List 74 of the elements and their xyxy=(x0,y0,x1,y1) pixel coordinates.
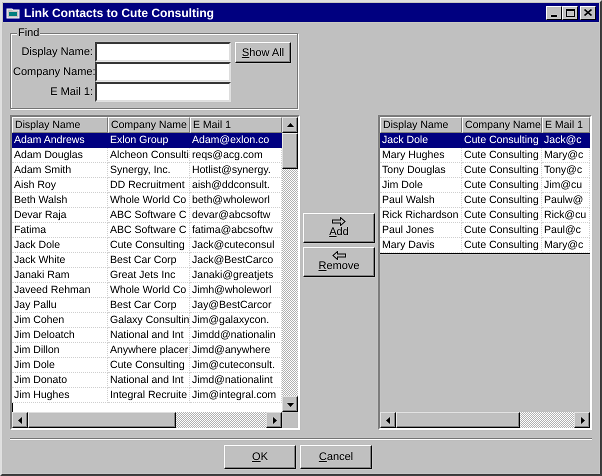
table-cell: Jim Hughes xyxy=(12,388,108,403)
table-row[interactable]: Paul Jones Cute Consulting Paul@c xyxy=(380,223,590,238)
scrollbar-corner xyxy=(282,412,298,428)
input-field[interactable] xyxy=(95,82,231,102)
input-field[interactable] xyxy=(95,62,231,82)
scroll-up-button[interactable] xyxy=(282,117,298,133)
table-row[interactable]: Jim Donato National and Int Jimd@nationalint xyxy=(12,373,282,388)
right-arrow-icon xyxy=(270,416,278,424)
table-row[interactable]: Janaki Ram Great Jets Inc Janaki@greatjets xyxy=(12,268,282,283)
table-row[interactable]: Paul Walsh Cute Consulting Paulw@ xyxy=(380,193,590,208)
table-row[interactable]: Jim Dillon Anywhere placer Jimd@anywhere xyxy=(12,343,282,358)
up-arrow-icon xyxy=(286,122,294,128)
table-row[interactable]: Rick Richardson Cute Consulting Rick@cu xyxy=(380,208,590,223)
table-row[interactable]: Aish Roy DD Recruitment aish@ddconsult. xyxy=(12,178,282,193)
scrollbar-thumb[interactable] xyxy=(282,133,298,169)
table-row[interactable]: Adam Douglas Alcheon Consulti reqs@acg.com xyxy=(12,148,282,163)
scroll-right-button[interactable] xyxy=(574,412,590,428)
ok-button[interactable]: OK xyxy=(224,445,296,469)
column-header[interactable]: E Mail 1 xyxy=(190,117,282,133)
vertical-scrollbar[interactable] xyxy=(282,117,298,412)
window-icon xyxy=(6,6,20,18)
add-button[interactable]: Add xyxy=(303,213,375,243)
table-row[interactable]: Adam Smith Synergy, Inc. Hotlist@synergy. xyxy=(12,163,282,178)
column-header[interactable]: Company Name xyxy=(462,117,542,133)
table-row[interactable]: Jim Deloatch National and Int Jimdd@nationalin xyxy=(12,328,282,343)
minimize-icon xyxy=(551,14,557,16)
field-label: E Mail 1: xyxy=(49,84,94,100)
scrollbar-thumb[interactable] xyxy=(396,412,520,428)
table-row[interactable]: Jack Dole Cute Consulting Jack@cuteconsul xyxy=(12,238,282,253)
field-label: Display Name: xyxy=(20,44,94,60)
remove-button[interactable]: Remove xyxy=(303,247,375,277)
input-field[interactable] xyxy=(95,42,231,62)
close-button[interactable] xyxy=(580,6,596,20)
field-label: Company Name: xyxy=(13,64,95,80)
left-arrow-icon xyxy=(384,416,392,424)
column-header[interactable]: Display Name xyxy=(380,117,462,133)
horizontal-scrollbar[interactable] xyxy=(12,412,298,428)
horizontal-scrollbar[interactable] xyxy=(380,412,590,428)
close-icon xyxy=(584,9,592,16)
table-row[interactable]: Jim Dole Cute Consulting Jim@cuteconsult. xyxy=(12,358,282,373)
window-title: Link Contacts to Cute Consulting xyxy=(24,4,214,22)
scroll-right-button[interactable] xyxy=(266,412,282,428)
table-row[interactable]: Javeed Rehman Whole World Co Jimh@wholeworl xyxy=(12,283,282,298)
table-cell: Integral Recruite xyxy=(108,388,190,403)
table-row[interactable]: Tony Douglas Cute Consulting Tony@c xyxy=(380,163,590,178)
table-row[interactable]: Jim Cohen Galaxy Consultin Jim@galaxycon. xyxy=(12,313,282,328)
left-arrow-icon xyxy=(332,251,346,260)
table-row[interactable]: Jay Pallu Best Car Corp Jay@BestCarcor xyxy=(12,298,282,313)
maximize-button[interactable] xyxy=(562,6,578,20)
minimize-button[interactable] xyxy=(546,6,562,20)
down-arrow-icon xyxy=(286,400,294,408)
table-row[interactable]: Jack White Best Car Corp Jack@BestCarco xyxy=(12,253,282,268)
cancel-button[interactable]: Cancel xyxy=(300,445,372,469)
column-header[interactable]: E Mail 1 xyxy=(542,117,590,133)
table-row[interactable]: Beth Walsh Whole World Co beth@wholeworl xyxy=(12,193,282,208)
table-row[interactable]: Jim Dole Cute Consulting Jim@cu xyxy=(380,178,590,193)
table-row[interactable]: Jim Hughes Integral Recruite Jim@integral.com xyxy=(12,388,282,403)
column-header[interactable]: Display Name xyxy=(12,117,108,133)
left-arrow-icon xyxy=(16,416,24,424)
table-row[interactable]: Mary Davis Cute Consulting Mary@c xyxy=(380,238,590,253)
maximize-icon xyxy=(566,8,574,16)
table-row[interactable]: Fatima ABC Software C fatima@abcsoftw xyxy=(12,223,282,238)
scroll-left-button[interactable] xyxy=(380,412,396,428)
table-row[interactable]: Jack Dole Cute Consulting Jack@c xyxy=(380,133,590,148)
scroll-left-button[interactable] xyxy=(12,412,28,428)
table-row[interactable]: Mary Hughes Cute Consulting Mary@c xyxy=(380,148,590,163)
show-all-button[interactable]: Show All xyxy=(235,42,291,63)
table-row[interactable]: Adam Andrews Exlon Group Adam@exlon.co xyxy=(12,133,282,148)
table-row[interactable]: Devar Raja ABC Software C devar@abcsoftw xyxy=(12,208,282,223)
scroll-down-button[interactable] xyxy=(282,396,298,412)
scrollbar-thumb[interactable] xyxy=(28,412,176,428)
column-header[interactable]: Company Name xyxy=(108,117,190,133)
right-arrow-icon xyxy=(578,416,586,424)
right-arrow-icon xyxy=(332,217,346,226)
